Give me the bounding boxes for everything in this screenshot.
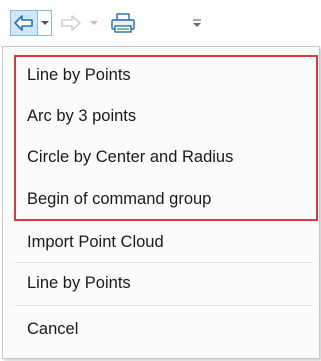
chevron-down-icon [40, 21, 49, 25]
undo-button[interactable] [10, 10, 38, 36]
menu-item-arc-by-3-points[interactable]: Arc by 3 points [15, 98, 313, 134]
customize-toolbar-icon [193, 19, 201, 27]
print-button[interactable] [108, 10, 138, 36]
printer-icon [111, 13, 135, 33]
menu-item-import-point-cloud[interactable]: Import Point Cloud [15, 224, 313, 260]
menu-separator [15, 262, 313, 263]
customize-toolbar-button[interactable] [190, 10, 204, 36]
menu-item-line-by-points-2[interactable]: Line by Points [15, 265, 313, 301]
undo-history-menu: Line by Points Arc by 3 points Circle by… [2, 46, 320, 359]
redo-button[interactable] [56, 10, 86, 36]
redo-arrow-icon [61, 15, 81, 31]
menu-item-cancel[interactable]: Cancel [15, 311, 313, 347]
menu-item-begin-of-command-group[interactable]: Begin of command group [15, 181, 313, 217]
undo-arrow-icon [14, 15, 33, 31]
undo-dropdown-button[interactable] [38, 10, 52, 36]
menu-item-circle-by-center-and-radius[interactable]: Circle by Center and Radius [15, 139, 313, 175]
menu-separator [15, 305, 313, 306]
chevron-down-icon [90, 21, 98, 25]
redo-dropdown-button[interactable] [88, 10, 100, 36]
quick-access-toolbar [0, 0, 321, 46]
menu-item-line-by-points[interactable]: Line by Points [15, 57, 313, 93]
